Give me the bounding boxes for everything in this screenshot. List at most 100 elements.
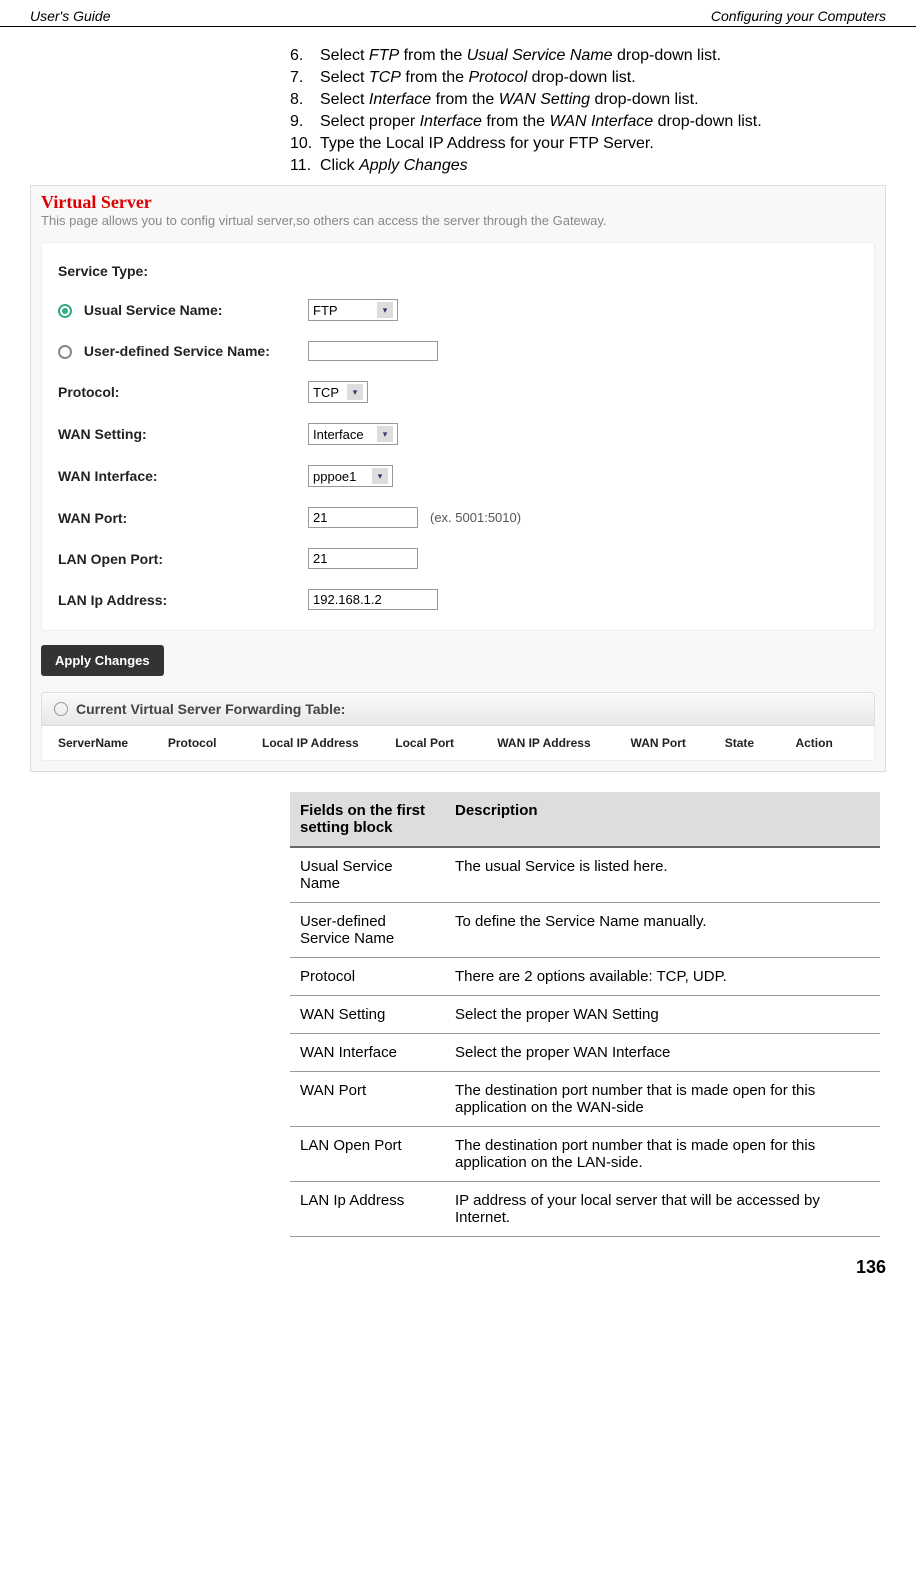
step-text: Select FTP from the Usual Service Name d…: [320, 47, 886, 65]
virtual-server-screenshot: Virtual Server This page allows you to c…: [30, 185, 886, 772]
page-header: User's Guide Configuring your Computers: [0, 0, 916, 27]
page-content: 6.Select FTP from the Usual Service Name…: [0, 27, 916, 1247]
field-name-cell: LAN Ip Address: [290, 1182, 445, 1237]
field-desc-cell: The destination port number that is made…: [445, 1072, 880, 1127]
step-text: Select Interface from the WAN Setting dr…: [320, 91, 886, 109]
forwarding-table-title: Current Virtual Server Forwarding Table:: [76, 701, 345, 717]
wan-interface-label: WAN Interface:: [58, 468, 308, 484]
col-local-ip: Local IP Address: [254, 736, 387, 750]
table-row: WAN PortThe destination port number that…: [290, 1072, 880, 1127]
chevron-down-icon: ▾: [377, 426, 393, 442]
step-italic: TCP: [369, 69, 401, 86]
page-number: 136: [0, 1247, 916, 1288]
field-name-cell: WAN Port: [290, 1072, 445, 1127]
wan-interface-value: pppoe1: [313, 469, 368, 484]
table-row: ProtocolThere are 2 options available: T…: [290, 958, 880, 996]
chevron-down-icon: ▾: [347, 384, 363, 400]
wan-setting-value: Interface: [313, 427, 373, 442]
step-number: 8.: [290, 91, 320, 109]
instruction-step: 7.Select TCP from the Protocol drop-down…: [290, 69, 886, 87]
service-type-label: Service Type:: [58, 263, 308, 279]
field-name-cell: WAN Interface: [290, 1034, 445, 1072]
header-right: Configuring your Computers: [711, 8, 886, 24]
col-wan-ip: WAN IP Address: [489, 736, 622, 750]
forwarding-table-columns: ServerName Protocol Local IP Address Loc…: [41, 726, 875, 761]
step-italic: Usual Service Name: [467, 47, 613, 64]
instruction-step: 10.Type the Local IP Address for your FT…: [290, 135, 886, 153]
wan-port-input[interactable]: 21: [308, 507, 418, 528]
field-name-cell: User-defined Service Name: [290, 903, 445, 958]
header-left: User's Guide: [30, 8, 110, 24]
step-italic: Interface: [369, 91, 431, 108]
vs-subtitle: This page allows you to config virtual s…: [31, 213, 885, 236]
instruction-step: 11.Click Apply Changes: [290, 157, 886, 175]
field-desc-cell: The destination port number that is made…: [445, 1127, 880, 1182]
step-italic: WAN Setting: [499, 91, 590, 108]
instruction-step: 9.Select proper Interface from the WAN I…: [290, 113, 886, 131]
wan-interface-select[interactable]: pppoe1 ▾: [308, 465, 393, 487]
table-row: LAN Open PortThe destination port number…: [290, 1127, 880, 1182]
col-action: Action: [787, 736, 866, 750]
usual-service-label: Usual Service Name:: [84, 302, 223, 318]
col-local-port: Local Port: [387, 736, 489, 750]
chevron-down-icon: ▾: [377, 302, 393, 318]
field-name-cell: Usual Service Name: [290, 847, 445, 903]
step-number: 10.: [290, 135, 320, 153]
col-protocol: Protocol: [160, 736, 254, 750]
field-description-table: Fields on the first setting block Descri…: [290, 792, 880, 1237]
user-defined-radio[interactable]: [58, 345, 72, 359]
usual-service-select[interactable]: FTP ▾: [308, 299, 398, 321]
step-italic: WAN Interface: [549, 113, 653, 130]
step-italic: Interface: [420, 113, 482, 130]
lan-open-port-input[interactable]: 21: [308, 548, 418, 569]
step-italic: Protocol: [469, 69, 528, 86]
field-name-cell: Protocol: [290, 958, 445, 996]
wan-setting-select[interactable]: Interface ▾: [308, 423, 398, 445]
table-row: WAN SettingSelect the proper WAN Setting: [290, 996, 880, 1034]
table-row: Usual Service NameThe usual Service is l…: [290, 847, 880, 903]
field-name-cell: LAN Open Port: [290, 1127, 445, 1182]
step-text: Click Apply Changes: [320, 157, 886, 175]
table-h2: Description: [445, 792, 880, 847]
instruction-steps: 6.Select FTP from the Usual Service Name…: [290, 47, 886, 175]
field-name-cell: WAN Setting: [290, 996, 445, 1034]
usual-service-value: FTP: [313, 303, 373, 318]
table-row: WAN InterfaceSelect the proper WAN Inter…: [290, 1034, 880, 1072]
col-wan-port: WAN Port: [623, 736, 717, 750]
instruction-step: 8.Select Interface from the WAN Setting …: [290, 91, 886, 109]
step-number: 7.: [290, 69, 320, 87]
field-desc-cell: IP address of your local server that wil…: [445, 1182, 880, 1237]
col-state: State: [717, 736, 788, 750]
field-desc-cell: To define the Service Name manually.: [445, 903, 880, 958]
col-servername: ServerName: [50, 736, 160, 750]
step-italic: Apply Changes: [359, 157, 468, 174]
step-italic: FTP: [369, 47, 399, 64]
step-number: 11.: [290, 157, 320, 175]
step-text: Type the Local IP Address for your FTP S…: [320, 135, 886, 153]
refresh-icon: [54, 702, 68, 716]
wan-port-label: WAN Port:: [58, 510, 308, 526]
table-row: LAN Ip AddressIP address of your local s…: [290, 1182, 880, 1237]
usual-service-radio[interactable]: [58, 304, 72, 318]
wan-setting-label: WAN Setting:: [58, 426, 308, 442]
service-panel: Service Type: Usual Service Name: FTP ▾ …: [41, 242, 875, 631]
lan-open-port-label: LAN Open Port:: [58, 551, 308, 567]
field-desc-cell: Select the proper WAN Interface: [445, 1034, 880, 1072]
chevron-down-icon: ▾: [372, 468, 388, 484]
instruction-step: 6.Select FTP from the Usual Service Name…: [290, 47, 886, 65]
user-defined-input[interactable]: [308, 341, 438, 361]
forwarding-table-header: Current Virtual Server Forwarding Table:: [41, 692, 875, 726]
vs-title: Virtual Server: [31, 186, 885, 213]
protocol-select[interactable]: TCP ▾: [308, 381, 368, 403]
step-number: 6.: [290, 47, 320, 65]
lan-ip-label: LAN Ip Address:: [58, 592, 308, 608]
step-text: Select proper Interface from the WAN Int…: [320, 113, 886, 131]
field-desc-cell: Select the proper WAN Setting: [445, 996, 880, 1034]
apply-changes-button[interactable]: Apply Changes: [41, 645, 164, 676]
field-desc-cell: There are 2 options available: TCP, UDP.: [445, 958, 880, 996]
wan-port-hint: (ex. 5001:5010): [430, 510, 521, 525]
lan-ip-input[interactable]: 192.168.1.2: [308, 589, 438, 610]
field-desc-cell: The usual Service is listed here.: [445, 847, 880, 903]
protocol-label: Protocol:: [58, 384, 308, 400]
step-text: Select TCP from the Protocol drop-down l…: [320, 69, 886, 87]
